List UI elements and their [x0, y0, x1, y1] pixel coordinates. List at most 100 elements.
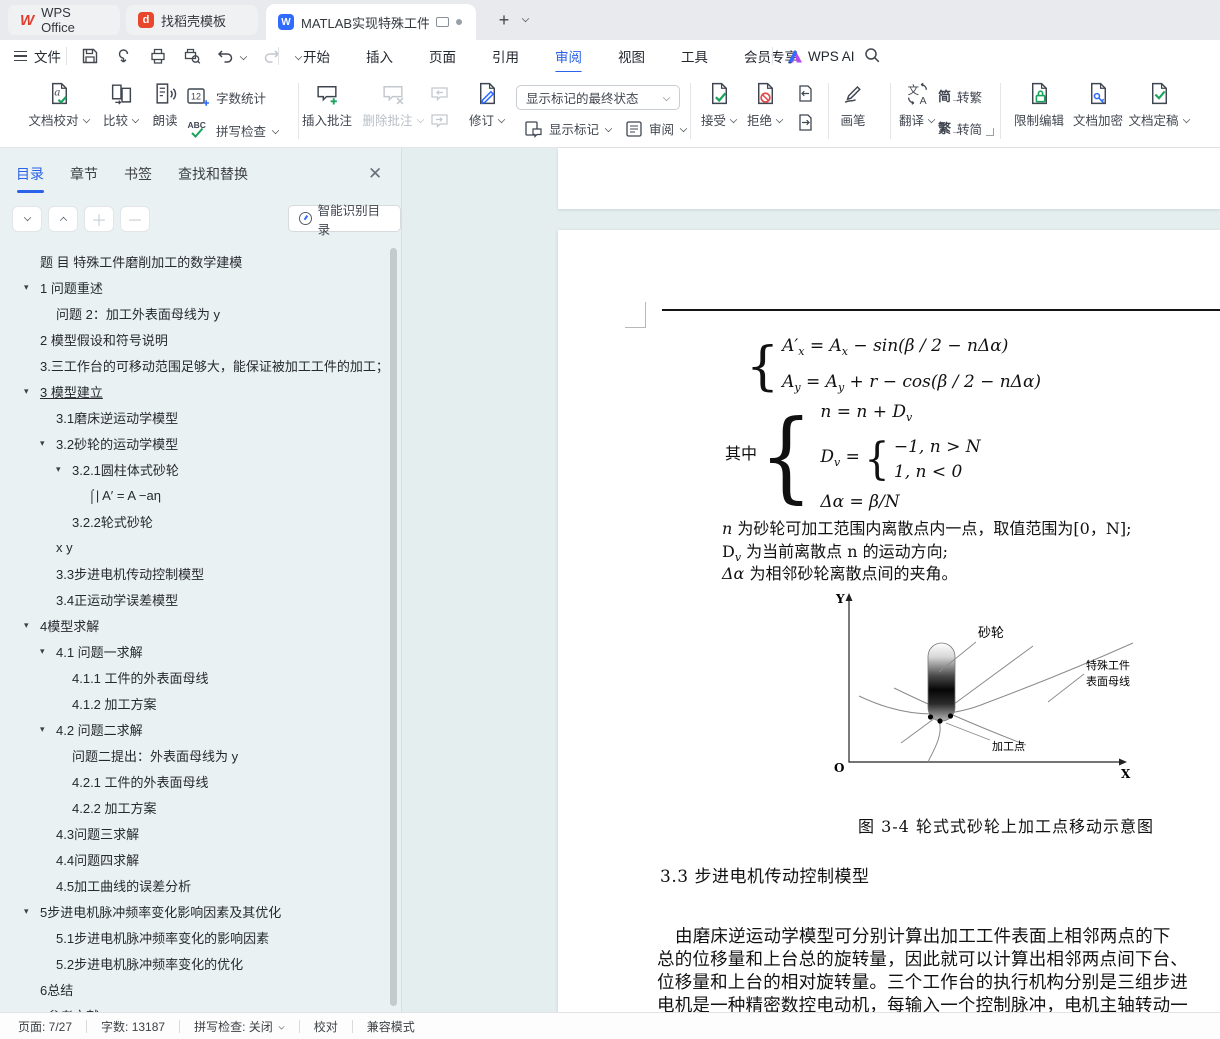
tab-wps-office-label: WPS Office [41, 5, 75, 35]
toc-item[interactable]: 问题二提出：外表面母线为 y [0, 742, 390, 768]
wps-ai-button[interactable]: WPS AI [788, 40, 855, 72]
delete-comment-button[interactable]: 删除批注 [358, 81, 428, 129]
toc-item[interactable]: 4.2.1 工件的外表面母线 [0, 768, 390, 794]
document-canvas[interactable]: { A′x = Ax − sin(β / 2 − nΔα) Ay = Ay + … [402, 148, 1220, 1012]
collapse-arrow-icon[interactable]: ▾ [24, 906, 40, 917]
print-button[interactable] [148, 46, 168, 66]
menu-item-视图[interactable]: 视图 [610, 39, 653, 73]
toc-item[interactable]: 2 模型假设和符号说明 [0, 326, 390, 352]
menu-item-引用[interactable]: 引用 [484, 39, 527, 73]
to-simplified-button[interactable]: 繁 → 转简 [938, 119, 982, 138]
toc-item[interactable]: ⌠| A′ = A −aη [0, 482, 390, 508]
toc-item[interactable]: 3.4正运动学误差模型 [0, 586, 390, 612]
toc-item[interactable]: 5.1步进电机脉冲频率变化的影响因素 [0, 924, 390, 950]
toc-item[interactable]: ▾ 3.2.1圆柱体式砂轮 [0, 456, 390, 482]
toc-item[interactable]: ▾ 3 模型建立 [0, 378, 390, 404]
menu-item-插入[interactable]: 插入 [358, 39, 401, 73]
toc-item[interactable]: 4.5加工曲线的误差分析 [0, 872, 390, 898]
proofread-button[interactable]: 校对 [314, 1018, 338, 1035]
sidebar-tab-查找和替换[interactable]: 查找和替换 [178, 164, 248, 193]
review-pane-button[interactable]: 审阅 [625, 119, 688, 138]
toc-item[interactable]: 3.3步进电机传动控制模型 [0, 560, 390, 586]
next-comment-button[interactable] [430, 113, 452, 130]
toc-item[interactable]: ▾ 5步进电机脉冲频率变化影响因素及其优化 [0, 898, 390, 924]
previous-comment-button[interactable] [430, 86, 452, 103]
spellcheck-indicator[interactable]: 拼写检查: 关闭 [194, 1018, 285, 1035]
reject-button[interactable]: 拒绝 [730, 81, 800, 129]
chevron-down-icon [604, 124, 613, 133]
toc-collapse-button[interactable] [48, 206, 78, 232]
sidebar-scrollbar[interactable] [390, 248, 397, 1006]
toc-zoom-in-button[interactable]: ＋ [84, 206, 114, 232]
figure-workpiece-label-2: 表面母线 [1086, 674, 1130, 688]
track-changes-button[interactable]: 修订 [452, 81, 522, 129]
menu-item-审阅[interactable]: 审阅 [547, 39, 590, 74]
toc-expand-button[interactable] [12, 206, 42, 232]
collapse-arrow-icon[interactable]: ▾ [24, 620, 40, 631]
menu-item-开始[interactable]: 开始 [295, 39, 338, 73]
toc-item[interactable]: 6总结 [0, 976, 390, 1002]
previous-change-button[interactable] [796, 84, 816, 103]
doc-proof-button[interactable]: a 文档校对 [24, 81, 94, 129]
toc-item[interactable]: 4.4问题四求解 [0, 846, 390, 872]
search-button[interactable] [864, 47, 881, 64]
smart-toc-button[interactable]: 智能识别目录 [288, 204, 401, 237]
sidebar-tab-章节[interactable]: 章节 [70, 164, 98, 193]
toc-item[interactable]: 4.1.2 加工方案 [0, 690, 390, 716]
toc-item[interactable]: 3.三工作台的可移动范围足够大，能保证被加工工件的加工； [0, 352, 390, 378]
close-sidebar-icon[interactable]: ✕ [368, 164, 382, 184]
output-pdf-button[interactable] [114, 46, 134, 66]
document-page[interactable]: { A′x = Ax − sin(β / 2 − nΔα) Ay = Ay + … [558, 230, 1220, 1012]
ink-pen-button[interactable]: 画笔 [818, 81, 888, 129]
collapse-arrow-icon[interactable]: ▾ [40, 438, 56, 449]
to-traditional-button[interactable]: 简 → 转繁 [938, 87, 982, 106]
collapse-arrow-icon[interactable]: ▾ [40, 646, 56, 657]
toc-zoom-out-button[interactable]: － [120, 206, 150, 232]
collapse-arrow-icon[interactable]: ▾ [24, 386, 40, 397]
toc-item[interactable]: ▾ 3.2砂轮的运动学模型 [0, 430, 390, 456]
compat-mode-indicator[interactable]: 兼容模式 [367, 1018, 415, 1035]
toc-item[interactable]: 5.2步进电机脉冲频率变化的优化 [0, 950, 390, 976]
menu-item-页面[interactable]: 页面 [421, 39, 464, 73]
finalize-button[interactable]: 文档定稿 [1124, 81, 1194, 129]
new-tab-button[interactable]: + [492, 8, 516, 32]
tab-wps-office[interactable]: W WPS Office [8, 5, 120, 35]
page-indicator[interactable]: 页面: 7/27 [18, 1018, 72, 1035]
toc-item[interactable]: 题 目 特殊工件磨削加工的数学建模 [0, 248, 390, 274]
word-count-indicator[interactable]: 字数: 13187 [101, 1018, 165, 1035]
toc-item[interactable]: 4.1.1 工件的外表面母线 [0, 664, 390, 690]
toc-item[interactable]: ▾ 1 问题重述 [0, 274, 390, 300]
toc-item[interactable]: ▾ 4.2 问题二求解 [0, 716, 390, 742]
markup-state-select[interactable]: 显示标记的最终状态 [516, 85, 680, 110]
toc-item[interactable]: 3.2.2轮式砂轮 [0, 508, 390, 534]
spell-check-button[interactable]: ABC 拼写检查 [186, 119, 280, 141]
toc-item[interactable]: x y [0, 534, 390, 560]
toc-item[interactable]: ▾ 4模型求解 [0, 612, 390, 638]
toc-item[interactable]: 问题 2：加工外表面母线为 y [0, 300, 390, 326]
menu-item-工具[interactable]: 工具 [673, 39, 716, 73]
next-change-button[interactable] [796, 113, 816, 132]
toc-item[interactable]: 4.2.2 加工方案 [0, 794, 390, 820]
word-count-button[interactable]: 12 字数统计 [186, 87, 266, 107]
toc-item[interactable]: ▾ 4.1 问题一求解 [0, 638, 390, 664]
undo-button[interactable] [216, 46, 236, 66]
sidebar-tab-目录[interactable]: 目录 [16, 164, 44, 193]
toc-item[interactable]: 3.1磨床逆运动学模型 [0, 404, 390, 430]
group-expand-icon[interactable] [986, 128, 994, 136]
collapse-arrow-icon[interactable]: ▾ [24, 282, 40, 293]
undo-chevron-icon[interactable] [239, 52, 248, 60]
tab-document-active[interactable]: W MATLAB实现特殊工件磨削加 [266, 4, 476, 40]
collapse-arrow-icon[interactable]: ▾ [56, 464, 72, 475]
file-menu-button[interactable]: 文件 [14, 40, 61, 72]
save-button[interactable] [80, 46, 100, 66]
insert-comment-button[interactable]: 插入批注 [292, 81, 362, 129]
encrypt-button[interactable]: 文档加密 [1063, 81, 1133, 129]
collapse-arrow-icon[interactable]: ▾ [40, 724, 56, 735]
tab-docer[interactable]: d 找稻壳模板 [126, 5, 258, 35]
tab-list-chevron-icon[interactable] [521, 14, 530, 23]
wps-logo-icon: W [20, 11, 35, 29]
show-markup-button[interactable]: 显示标记 [524, 119, 613, 138]
print-preview-button[interactable] [182, 46, 202, 66]
sidebar-tab-书签[interactable]: 书签 [124, 164, 152, 193]
toc-item[interactable]: 4.3问题三求解 [0, 820, 390, 846]
